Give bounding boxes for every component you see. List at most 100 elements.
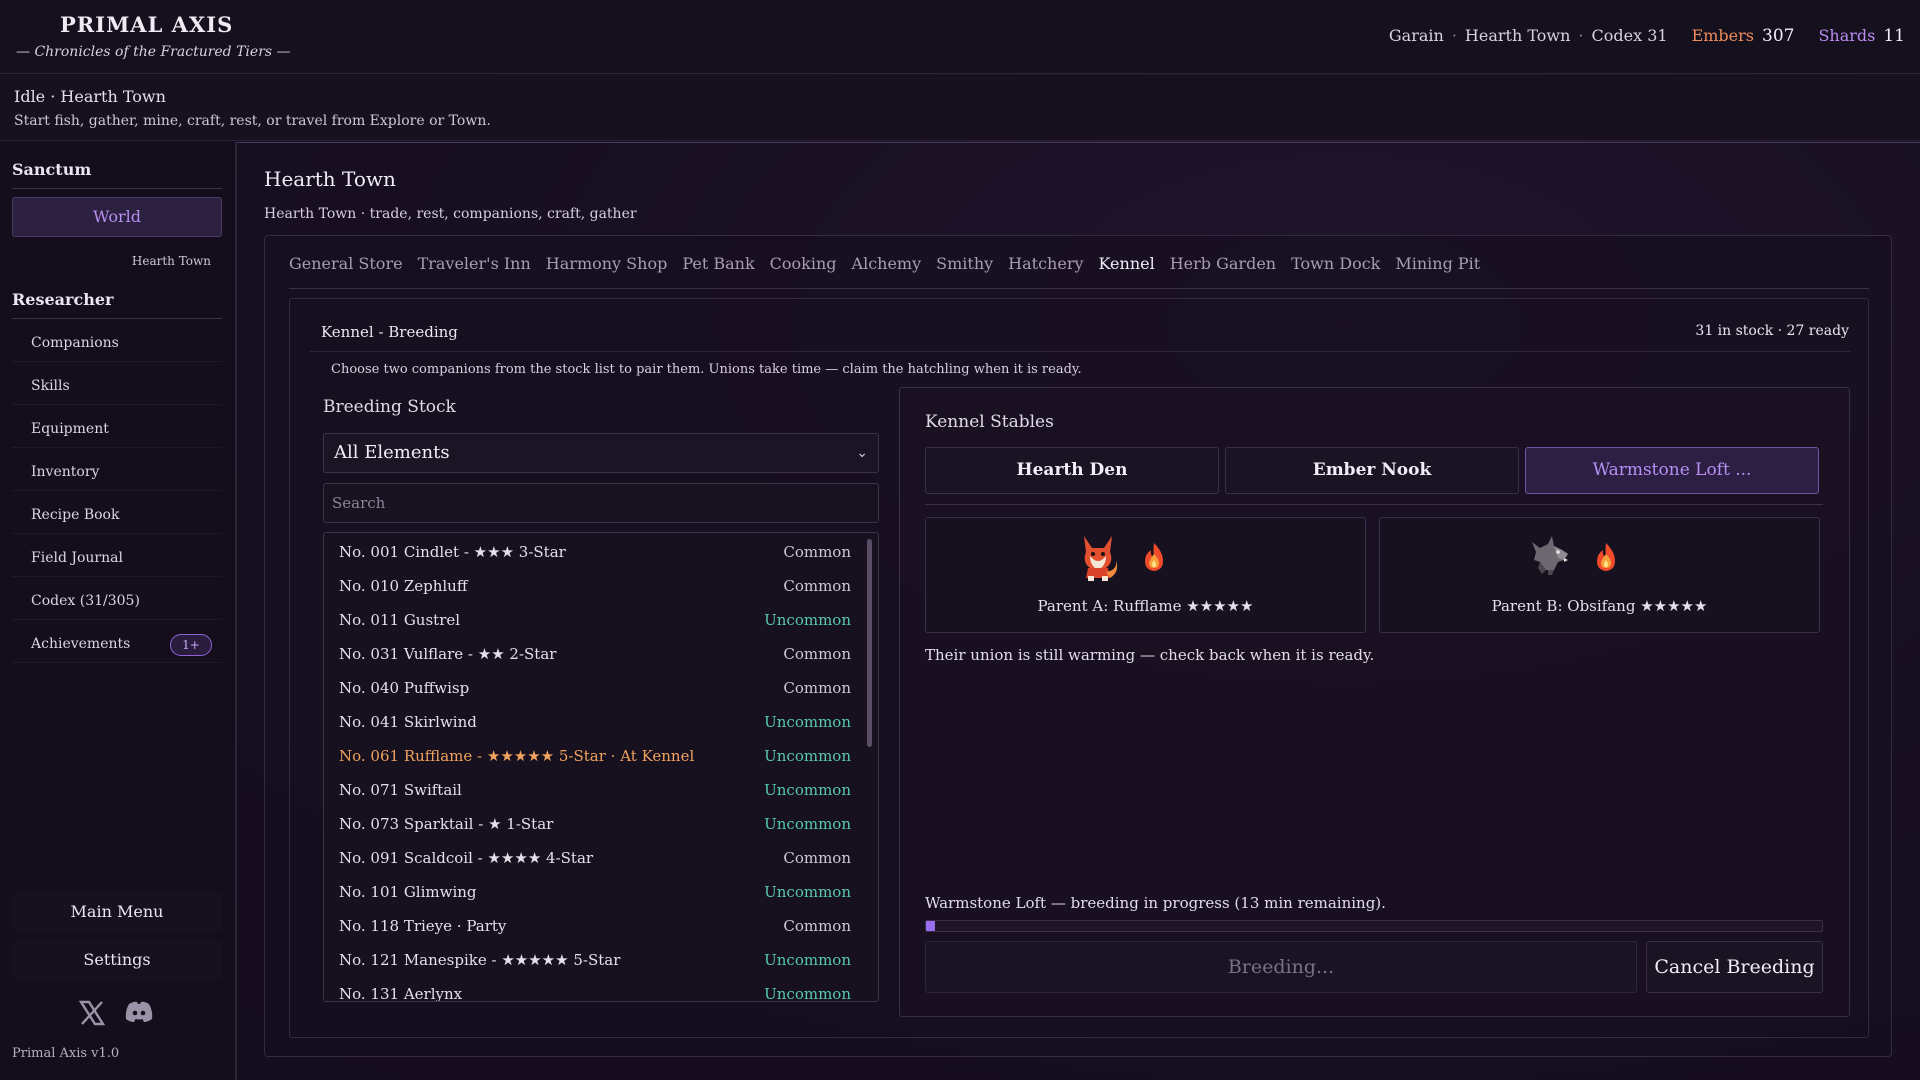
- main-menu-button[interactable]: Main Menu: [12, 892, 222, 932]
- world-button[interactable]: World: [12, 197, 222, 237]
- scrollbar-thumb[interactable]: [867, 539, 872, 747]
- sidebar-item-skills[interactable]: Skills: [12, 367, 222, 405]
- divider: [12, 188, 222, 189]
- tab-mining-pit[interactable]: Mining Pit: [1395, 254, 1480, 273]
- tab-hatchery[interactable]: Hatchery: [1008, 254, 1083, 273]
- list-item[interactable]: No. 073 Sparktail - ★ 1-Star Uncommon: [324, 807, 864, 841]
- tab-travelers-inn[interactable]: Traveler's Inn: [418, 254, 531, 273]
- embers-label: Embers: [1691, 26, 1754, 45]
- tab-town-dock[interactable]: Town Dock: [1291, 254, 1380, 273]
- cancel-breeding-button[interactable]: Cancel Breeding: [1646, 941, 1823, 993]
- breeding-button[interactable]: Breeding...: [925, 941, 1637, 993]
- town-tabs: General Store Traveler's Inn Harmony Sho…: [289, 254, 1480, 273]
- rarity-label: Uncommon: [764, 781, 851, 799]
- kennel-hint: Choose two companions from the stock lis…: [331, 362, 1082, 377]
- list-item[interactable]: No. 031 Vulflare - ★★ 2-Star Common: [324, 637, 864, 671]
- companion-name: No. 011 Gustrel: [339, 611, 461, 629]
- list-item[interactable]: No. 061 Rufflame - ★★★★★ 5-Star · At Ken…: [324, 739, 864, 773]
- status-state: Idle: [14, 87, 46, 106]
- town-tabs-panel: General Store Traveler's Inn Harmony Sho…: [264, 235, 1892, 1057]
- sidebar-item-recipe-book[interactable]: Recipe Book: [12, 496, 222, 534]
- divider: [310, 351, 1850, 352]
- tab-herb-garden[interactable]: Herb Garden: [1170, 254, 1276, 273]
- kennel-title: Kennel - Breeding: [321, 323, 458, 341]
- researcher-heading: Researcher: [12, 290, 114, 309]
- fox-pet-icon: [1076, 532, 1120, 586]
- list-item[interactable]: No. 131 Aerlynx Uncommon: [324, 977, 864, 1002]
- companion-name: No. 001 Cindlet - ★★★ 3-Star: [339, 543, 566, 561]
- sidebar-item-inventory[interactable]: Inventory: [12, 453, 222, 491]
- list-item[interactable]: No. 101 Glimwing Uncommon: [324, 875, 864, 909]
- tab-general-store[interactable]: General Store: [289, 254, 403, 273]
- rarity-label: Uncommon: [764, 815, 851, 833]
- companion-name: No. 010 Zephluff: [339, 577, 468, 595]
- companion-name: No. 040 Puffwisp: [339, 679, 470, 697]
- stables-title: Kennel Stables: [925, 412, 1054, 432]
- sidebar-item-field-journal[interactable]: Field Journal: [12, 539, 222, 577]
- companion-name: No. 031 Vulflare - ★★ 2-Star: [339, 645, 557, 663]
- sidebar-item-label: Achievements: [31, 636, 131, 652]
- list-item[interactable]: No. 011 Gustrel Uncommon: [324, 603, 864, 637]
- sidebar-item-equipment[interactable]: Equipment: [12, 410, 222, 448]
- settings-button[interactable]: Settings: [12, 940, 222, 980]
- discord-icon[interactable]: [124, 1000, 154, 1024]
- sanctum-heading: Sanctum: [12, 160, 92, 179]
- sidebar-item-label: Codex (31/305): [31, 593, 140, 609]
- stable-tab-warmstone-loft[interactable]: Warmstone Loft ...: [1525, 447, 1819, 494]
- stable-tab-ember-nook[interactable]: Ember Nook: [1225, 447, 1519, 494]
- page-title: Hearth Town: [264, 167, 396, 191]
- world-location-label: Hearth Town: [131, 254, 211, 268]
- embers-value: 307: [1762, 26, 1795, 46]
- rarity-label: Common: [783, 917, 851, 935]
- list-item[interactable]: No. 118 Trieye · Party Common: [324, 909, 864, 943]
- fire-icon: [1593, 542, 1619, 576]
- element-filter-select[interactable]: All Elements ⌄: [323, 433, 879, 473]
- divider: [12, 318, 222, 319]
- list-item[interactable]: No. 010 Zephluff Common: [324, 569, 864, 603]
- status-location: Hearth Town: [60, 87, 166, 106]
- sidebar-item-codex[interactable]: Codex (31/305): [12, 582, 222, 620]
- x-icon[interactable]: [78, 1000, 106, 1026]
- list-item[interactable]: No. 040 Puffwisp Common: [324, 671, 864, 705]
- rarity-label: Common: [783, 645, 851, 663]
- tab-cooking[interactable]: Cooking: [770, 254, 837, 273]
- rarity-label: Uncommon: [764, 951, 851, 969]
- list-item[interactable]: No. 041 Skirlwind Uncommon: [324, 705, 864, 739]
- list-item[interactable]: No. 121 Manespike - ★★★★★ 5-Star Uncommo…: [324, 943, 864, 977]
- companion-name: No. 121 Manespike - ★★★★★ 5-Star: [339, 951, 621, 969]
- rarity-label: Common: [783, 577, 851, 595]
- companion-name: No. 131 Aerlynx: [339, 985, 463, 1002]
- tab-smithy[interactable]: Smithy: [936, 254, 993, 273]
- list-item[interactable]: No. 091 Scaldcoil - ★★★★ 4-Star Common: [324, 841, 864, 875]
- achievements-badge: 1+: [170, 634, 212, 656]
- stock-list: No. 001 Cindlet - ★★★ 3-Star Common No. …: [323, 532, 879, 1002]
- sidebar-item-label: Recipe Book: [31, 507, 120, 523]
- sidebar-item-companions[interactable]: Companions: [12, 324, 222, 362]
- tab-pet-bank[interactable]: Pet Bank: [682, 254, 754, 273]
- rarity-label: Uncommon: [764, 747, 851, 765]
- sidebar-item-label: Equipment: [31, 421, 109, 437]
- sidebar: Sanctum World Hearth Town Researcher Com…: [0, 142, 236, 1080]
- player-name: Garain: [1388, 26, 1444, 45]
- fire-icon: [1141, 542, 1167, 576]
- search-input[interactable]: Search: [323, 483, 879, 523]
- main-panel: Hearth Town Hearth Town · trade, rest, c…: [236, 142, 1920, 1080]
- divider: [289, 288, 1869, 289]
- tab-kennel[interactable]: Kennel: [1099, 254, 1155, 273]
- tab-harmony-shop[interactable]: Harmony Shop: [546, 254, 668, 273]
- companion-name: No. 071 Swiftail: [339, 781, 462, 799]
- sidebar-item-achievements[interactable]: Achievements 1+: [12, 625, 222, 663]
- parent-b-label: Parent B: Obsifang ★★★★★: [1491, 597, 1708, 615]
- list-item[interactable]: No. 071 Swiftail Uncommon: [324, 773, 864, 807]
- stable-tab-hearth-den[interactable]: Hearth Den: [925, 447, 1219, 494]
- stock-summary: 31 in stock · 27 ready: [1695, 323, 1849, 339]
- chevron-down-icon: ⌄: [856, 445, 868, 461]
- companion-name: No. 091 Scaldcoil - ★★★★ 4-Star: [339, 849, 594, 867]
- list-item[interactable]: No. 001 Cindlet - ★★★ 3-Star Common: [324, 535, 864, 569]
- rarity-label: Common: [783, 849, 851, 867]
- rarity-label: Uncommon: [764, 883, 851, 901]
- app-title: PRIMAL AXIS: [60, 12, 234, 37]
- parent-a-card: Parent A: Rufflame ★★★★★: [925, 517, 1366, 633]
- tab-alchemy[interactable]: Alchemy: [852, 254, 922, 273]
- union-message: Their union is still warming — check bac…: [925, 646, 1375, 664]
